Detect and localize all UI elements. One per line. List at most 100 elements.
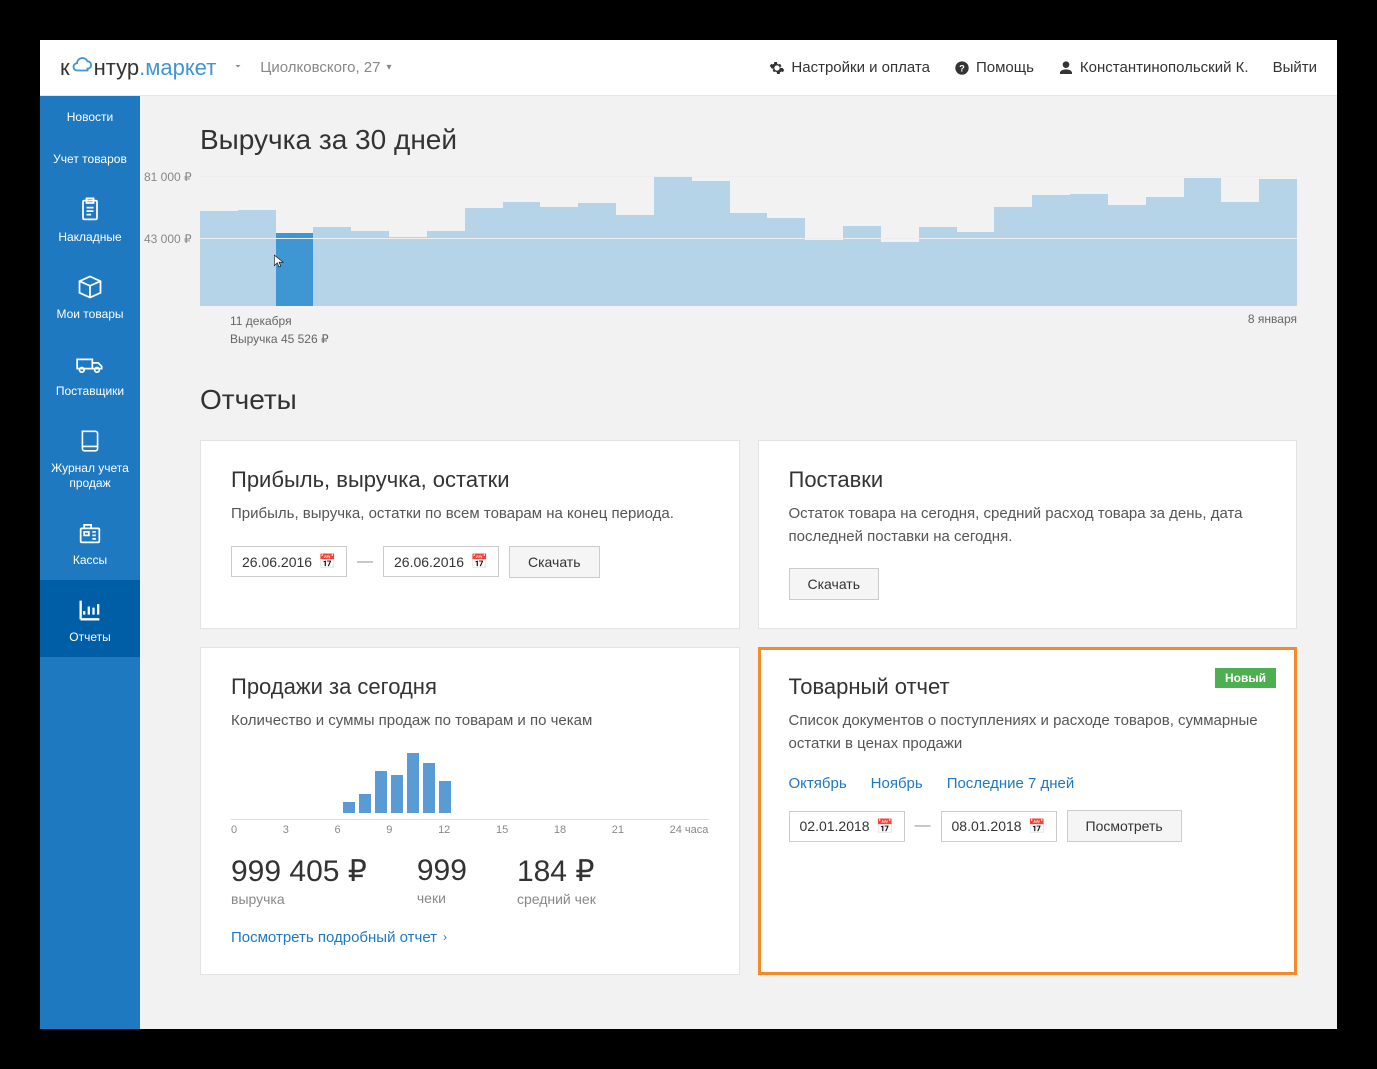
clipboard-icon xyxy=(44,196,136,224)
sidebar-item-inventory[interactable]: Учет товаров xyxy=(40,138,140,180)
sidebar-item-reports[interactable]: Отчеты xyxy=(40,580,140,657)
hourly-bar xyxy=(391,775,403,812)
revenue-bar[interactable] xyxy=(540,207,578,307)
revenue-bar[interactable] xyxy=(503,202,541,306)
axis-tick: 6 xyxy=(335,824,341,836)
supplies-download-button[interactable]: Скачать xyxy=(789,568,880,600)
hourly-chart: 03691215182124 часа xyxy=(231,753,709,836)
quick-link-november[interactable]: Ноябрь xyxy=(871,775,923,792)
card-profit: Прибыль, выручка, остатки Прибыль, выруч… xyxy=(200,440,740,629)
help-link[interactable]: ? Помощь xyxy=(954,59,1034,76)
hourly-bar xyxy=(359,794,371,813)
goods-report-title: Товарный отчет xyxy=(789,674,1267,700)
view-detailed-report-link[interactable]: Посмотреть подробный отчет › xyxy=(231,929,709,946)
quick-link-last7[interactable]: Последние 7 дней xyxy=(947,775,1075,792)
revenue-bar[interactable] xyxy=(389,237,427,306)
revenue-bar[interactable] xyxy=(919,227,957,306)
calendar-icon: 📅 xyxy=(471,553,488,570)
sidebar-item-saleslog[interactable]: Журнал учета продаж xyxy=(40,411,140,503)
revenue-bar[interactable] xyxy=(1070,194,1108,306)
revenue-bar[interactable] xyxy=(238,210,276,306)
profit-title: Прибыль, выручка, остатки xyxy=(231,467,709,493)
revenue-bar[interactable] xyxy=(654,176,692,306)
revenue-bar[interactable] xyxy=(957,232,995,306)
supplies-desc: Остаток товара на сегодня, средний расхо… xyxy=(789,503,1267,548)
settings-link[interactable]: Настройки и оплата xyxy=(769,59,930,76)
revenue-bar[interactable] xyxy=(1259,179,1297,306)
logo-suffix: маркет xyxy=(145,55,216,81)
axis-tick: 21 xyxy=(612,824,624,836)
revenue-bar[interactable] xyxy=(1108,205,1146,306)
gear-icon xyxy=(769,60,785,76)
revenue-bar[interactable] xyxy=(1146,197,1184,306)
sidebar-item-invoices[interactable]: Накладные xyxy=(40,180,140,257)
revenue-bar[interactable] xyxy=(1184,178,1222,306)
axis-tick: 3 xyxy=(283,824,289,836)
address-text: Циолковского, 27 xyxy=(260,59,380,76)
calendar-icon: 📅 xyxy=(1028,818,1045,835)
revenue-bar[interactable] xyxy=(692,181,730,306)
logout-link[interactable]: Выйти xyxy=(1273,59,1317,76)
sidebar-item-registers[interactable]: Кассы xyxy=(40,503,140,580)
goods-report-desc: Список документов о поступлениях и расхо… xyxy=(789,710,1267,755)
revenue-bar[interactable] xyxy=(1032,195,1070,306)
calendar-icon: 📅 xyxy=(876,818,893,835)
chevron-down-icon[interactable] xyxy=(232,59,244,77)
card-supplies: Поставки Остаток товара на сегодня, сред… xyxy=(758,440,1298,629)
reports-title: Отчеты xyxy=(200,384,1297,416)
revenue-bar[interactable] xyxy=(994,207,1032,307)
svg-text:?: ? xyxy=(959,63,965,73)
tooltip-value: Выручка 45 526 ₽ xyxy=(230,330,329,348)
revenue-bar[interactable] xyxy=(616,215,654,306)
revenue-bar[interactable] xyxy=(200,211,238,306)
axis-tick: 0 xyxy=(231,824,237,836)
sidebar: Новости Учет товаров Накладные Мои товар… xyxy=(40,96,140,1029)
revenue-bar[interactable] xyxy=(805,240,843,306)
revenue-bar[interactable] xyxy=(427,231,465,306)
revenue-bar[interactable] xyxy=(578,203,616,306)
today-desc: Количество и суммы продаж по товарам и п… xyxy=(231,710,709,733)
chevron-right-icon: › xyxy=(443,930,447,944)
goods-date-to[interactable]: 08.01.2018 📅 xyxy=(941,811,1057,842)
today-title: Продажи за сегодня xyxy=(231,674,709,700)
hourly-bar xyxy=(375,771,387,812)
goods-date-from[interactable]: 02.01.2018 📅 xyxy=(789,811,905,842)
book-icon xyxy=(44,427,136,455)
logo[interactable]: к нтур.маркет xyxy=(60,54,216,82)
revenue-bar[interactable] xyxy=(351,231,389,306)
hourly-bar xyxy=(407,753,419,813)
sidebar-item-suppliers[interactable]: Поставщики xyxy=(40,334,140,411)
main-content: Выручка за 30 дней 81 000 ₽ 43 000 ₽ 11 … xyxy=(140,96,1337,1029)
hourly-bar xyxy=(439,781,451,812)
revenue-bar[interactable] xyxy=(881,242,919,306)
quick-link-october[interactable]: Октябрь xyxy=(789,775,847,792)
revenue-title: Выручка за 30 дней xyxy=(200,124,1297,156)
revenue-bar[interactable] xyxy=(313,227,351,306)
revenue-bar[interactable] xyxy=(730,213,768,306)
axis-tick: 18 xyxy=(554,824,566,836)
new-badge: Новый xyxy=(1215,668,1276,688)
profit-date-to[interactable]: 26.06.2016 📅 xyxy=(383,546,499,577)
card-today-sales: Продажи за сегодня Количество и суммы пр… xyxy=(200,647,740,975)
help-icon: ? xyxy=(954,60,970,76)
address-selector[interactable]: Циолковского, 27 ▾ xyxy=(260,59,391,76)
revenue-bar[interactable] xyxy=(276,233,314,306)
revenue-bar[interactable] xyxy=(1221,202,1259,306)
supplies-title: Поставки xyxy=(789,467,1267,493)
axis-end-label: 24 часа xyxy=(670,824,709,836)
sidebar-item-goods[interactable]: Мои товары xyxy=(40,257,140,334)
chart-icon xyxy=(44,596,136,624)
axis-tick: 9 xyxy=(386,824,392,836)
truck-icon xyxy=(44,350,136,378)
goods-view-button[interactable]: Посмотреть xyxy=(1067,810,1182,842)
logo-mid: нтур xyxy=(94,55,139,81)
stat-checks: 999 чеки xyxy=(417,854,467,907)
profit-download-button[interactable]: Скачать xyxy=(509,546,600,578)
register-icon xyxy=(44,519,136,547)
sidebar-item-news[interactable]: Новости xyxy=(40,96,140,138)
revenue-bar[interactable] xyxy=(767,218,805,306)
user-menu[interactable]: Константинопольский К. xyxy=(1058,59,1249,76)
revenue-bar[interactable] xyxy=(465,208,503,306)
stat-revenue: 999 405 ₽ выручка xyxy=(231,854,367,907)
profit-date-from[interactable]: 26.06.2016 📅 xyxy=(231,546,347,577)
